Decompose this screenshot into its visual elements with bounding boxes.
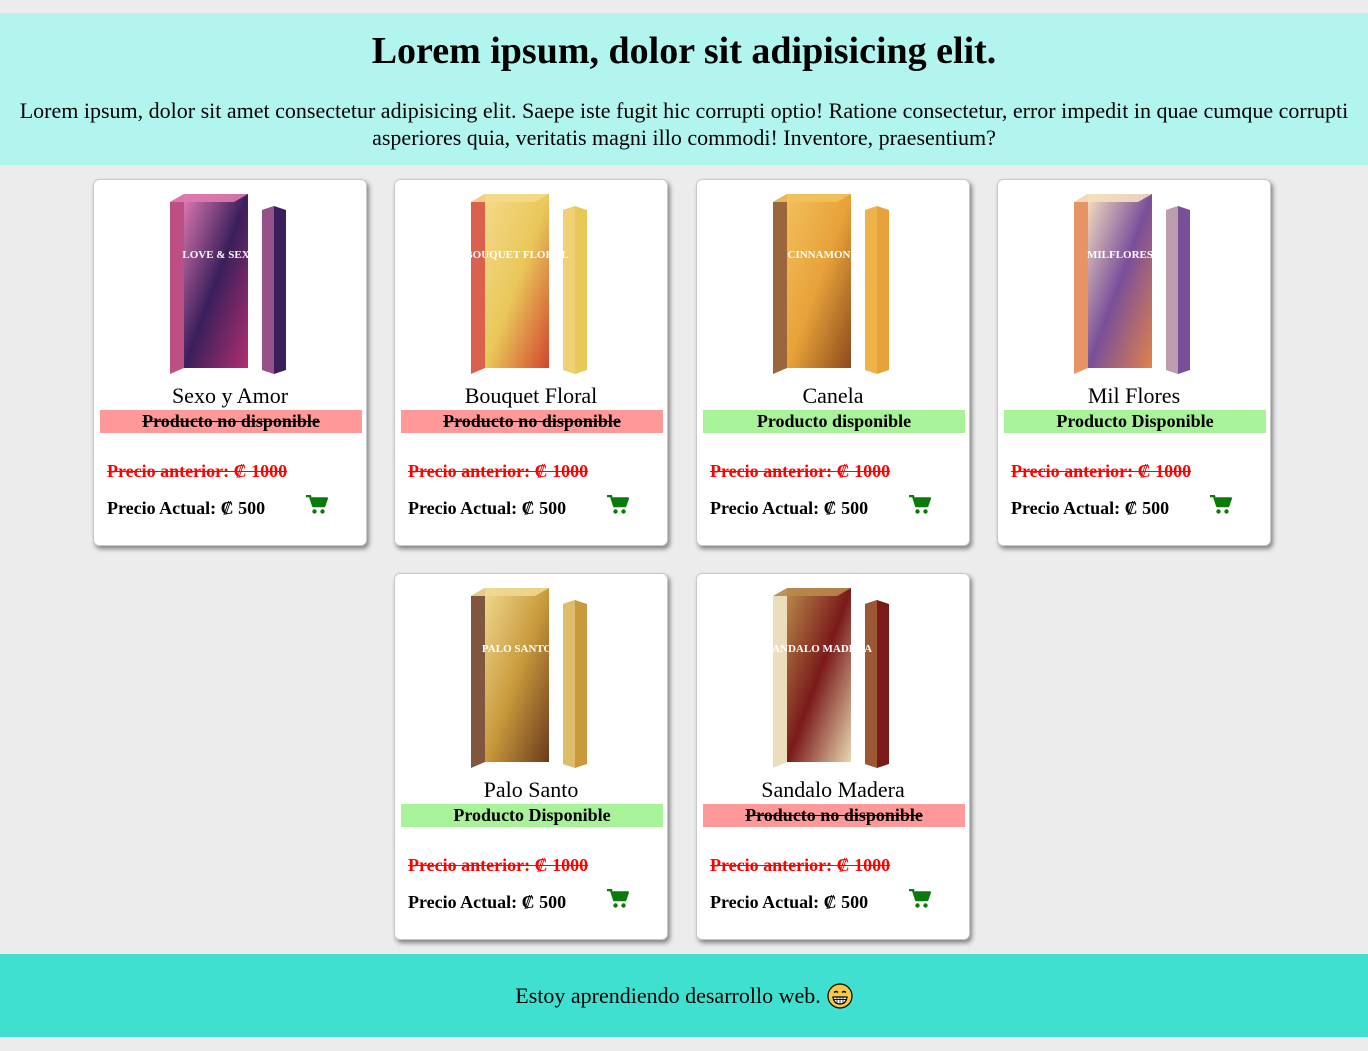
page-header: Lorem ipsum, dolor sit adipisicing elit.… — [0, 13, 1368, 165]
page-intro: Lorem ipsum, dolor sit amet consectetur … — [19, 98, 1349, 150]
previous-price: Precio anterior: ₡ 1000 — [408, 855, 589, 875]
availability-badge: Producto disponible — [703, 410, 965, 433]
availability-badge: Producto Disponible — [1004, 410, 1266, 433]
page-title: Lorem ipsum, dolor sit adipisicing elit. — [371, 30, 997, 72]
cart-icon[interactable] — [306, 495, 328, 515]
current-price: Precio Actual: ₡ 500 — [710, 892, 869, 912]
product-image: PALO SANTO — [451, 582, 611, 772]
availability-badge: Producto no disponible — [401, 410, 663, 433]
footer-message: Estoy aprendiendo desarrollo web. — [0, 983, 1368, 1009]
current-price: Precio Actual: ₡ 500 — [408, 892, 567, 912]
cart-icon[interactable] — [909, 889, 931, 909]
product-image: CINNAMON — [753, 188, 913, 378]
box-label: SANDALO MADERA — [766, 643, 872, 655]
cart-icon[interactable] — [607, 495, 629, 515]
product-image: LOVE & SEX — [150, 188, 310, 378]
box-label: LOVE & SEX — [182, 249, 249, 261]
product-image: SANDALO MADERA — [753, 582, 913, 772]
product-image: BOUQUET FLORAL — [451, 188, 611, 378]
product-card: MILFLORES Mil Flores Producto Disponible… — [997, 179, 1271, 546]
product-image: MILFLORES — [1054, 188, 1214, 378]
product-name: Mil Flores — [1087, 383, 1181, 408]
grinning-face-icon — [827, 983, 853, 1009]
footer-text: Estoy aprendiendo desarrollo web. — [515, 983, 821, 1008]
product-card: SANDALO MADERA Sandalo Madera Producto n… — [696, 573, 970, 940]
box-label: CINNAMON — [788, 249, 851, 261]
product-card: LOVE & SEX Sexo y Amor Producto no dispo… — [93, 179, 367, 546]
cart-icon[interactable] — [909, 495, 931, 515]
product-name: Palo Santo — [483, 777, 579, 802]
previous-price: Precio anterior: ₡ 1000 — [710, 855, 891, 875]
availability-badge: Producto no disponible — [100, 410, 362, 433]
cart-icon[interactable] — [607, 889, 629, 909]
availability-badge: Producto no disponible — [703, 804, 965, 827]
current-price: Precio Actual: ₡ 500 — [710, 498, 869, 518]
box-label: PALO SANTO — [482, 643, 553, 655]
cart-icon[interactable] — [1210, 495, 1232, 515]
product-name: Bouquet Floral — [464, 383, 598, 408]
current-price: Precio Actual: ₡ 500 — [107, 498, 266, 518]
availability-badge: Producto Disponible — [401, 804, 663, 827]
product-name: Sandalo Madera — [761, 777, 905, 802]
box-label: MILFLORES — [1087, 249, 1153, 261]
product-card: CINNAMON Canela Producto disponible Prec… — [696, 179, 970, 546]
product-card: PALO SANTO Palo Santo Producto Disponibl… — [394, 573, 668, 940]
product-name: Canela — [802, 383, 864, 408]
product-card: BOUQUET FLORAL Bouquet Floral Producto n… — [394, 179, 668, 546]
product-name: Sexo y Amor — [171, 383, 289, 408]
page-footer: Estoy aprendiendo desarrollo web. — [0, 954, 1368, 1037]
current-price: Precio Actual: ₡ 500 — [1011, 498, 1170, 518]
previous-price: Precio anterior: ₡ 1000 — [710, 461, 891, 481]
previous-price: Precio anterior: ₡ 1000 — [107, 461, 288, 481]
previous-price: Precio anterior: ₡ 1000 — [1011, 461, 1192, 481]
box-label: BOUQUET FLORAL — [465, 249, 568, 261]
previous-price: Precio anterior: ₡ 1000 — [408, 461, 589, 481]
current-price: Precio Actual: ₡ 500 — [408, 498, 567, 518]
